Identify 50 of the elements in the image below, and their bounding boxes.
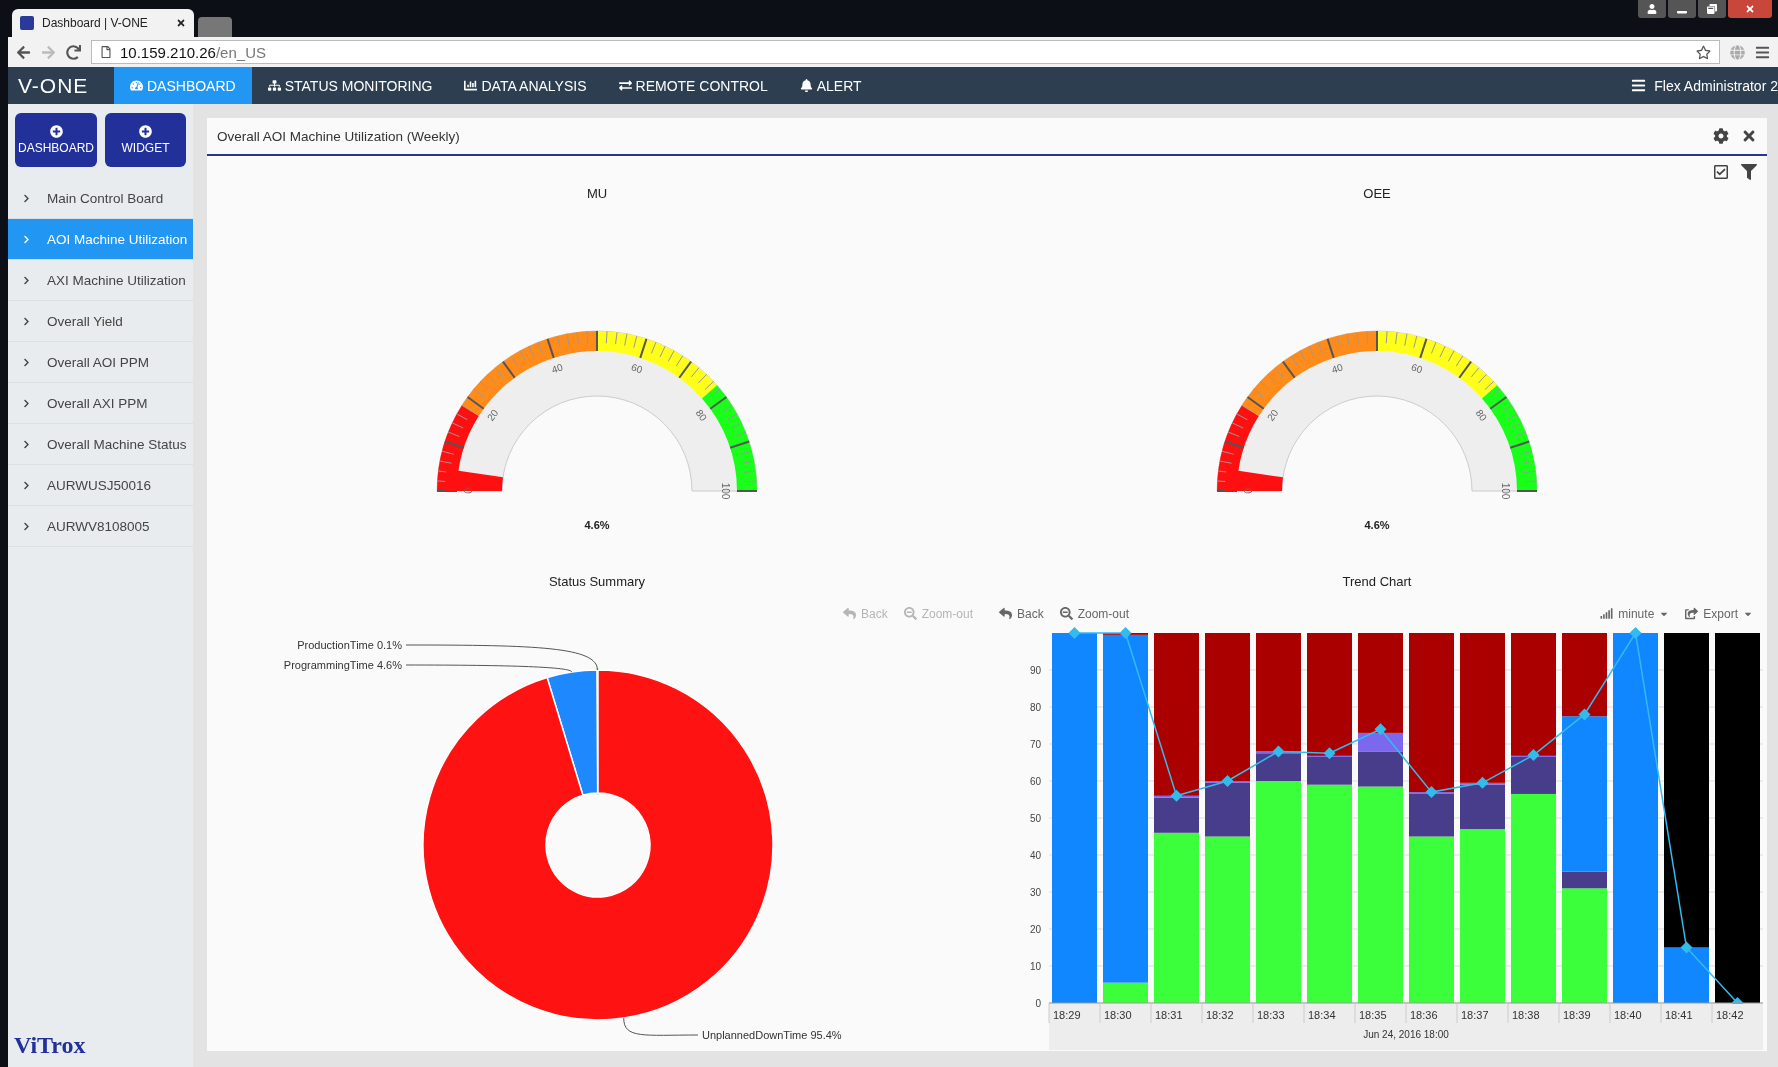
x-tick-label: 18:34 xyxy=(1308,1008,1336,1021)
x-tick-label: 18:31 xyxy=(1155,1008,1183,1021)
gauge-tick-label: 80 xyxy=(1473,407,1489,423)
chart-title: Trend Chart xyxy=(1342,573,1412,589)
x-tick-label: 18:41 xyxy=(1665,1008,1693,1021)
y-tick-label: 80 xyxy=(1029,701,1041,713)
x-tick-label: 18:33 xyxy=(1257,1008,1285,1021)
gauge-tick-label: 0 xyxy=(462,488,474,494)
y-tick-label: 20 xyxy=(1029,923,1041,935)
slice-label: ProductionTime 0.1% xyxy=(297,638,402,651)
gauge-title: MU xyxy=(586,186,608,201)
x-tick-label: 18:29 xyxy=(1053,1008,1081,1021)
y-tick-label: 90 xyxy=(1029,664,1041,676)
gauge-tick-label: 60 xyxy=(629,361,644,376)
gauge-tick-label: 100 xyxy=(1500,482,1512,500)
slice-label: UnplannedDownTime 95.4% xyxy=(702,1028,842,1041)
gauge-tick-label: 40 xyxy=(550,361,565,376)
y-tick-label: 30 xyxy=(1029,886,1041,898)
url-text: 10.159.210.26/en_US xyxy=(120,43,266,61)
y-tick-label: 50 xyxy=(1029,812,1041,824)
x-tick-label: 18:35 xyxy=(1359,1008,1387,1021)
gauge-tick-label: 20 xyxy=(1265,407,1281,423)
y-tick-label: 0 xyxy=(1035,997,1041,1009)
x-tick-label: 18:42 xyxy=(1716,1008,1744,1021)
panel-title: Overall AOI Machine Utilization (Weekly) xyxy=(217,128,460,144)
slice-label: ProgrammingTime 4.6% xyxy=(283,658,402,671)
x-tick-label: 18:40 xyxy=(1614,1008,1642,1021)
y-tick-label: 70 xyxy=(1029,738,1041,750)
x-tick-label: 18:36 xyxy=(1410,1008,1438,1021)
chart-title: Status Summary xyxy=(548,573,646,589)
gauge-tick-label: 80 xyxy=(693,407,709,423)
y-tick-label: 40 xyxy=(1029,849,1041,861)
gauge-title: OEE xyxy=(1363,186,1391,201)
gauge-tick-label: 100 xyxy=(720,482,732,500)
y-tick-label: 60 xyxy=(1029,775,1041,787)
x-tick-label: 18:30 xyxy=(1104,1008,1132,1021)
gauge-tick-label: 0 xyxy=(1242,488,1254,494)
x-tick-label: 18:38 xyxy=(1512,1008,1540,1021)
x-axis-label: Jun 24, 2016 18:00 xyxy=(1363,1028,1449,1040)
x-tick-label: 18:39 xyxy=(1563,1008,1591,1021)
tab-title: Dashboard | V-ONE xyxy=(42,16,148,30)
gauge-value: 4.6% xyxy=(584,519,610,531)
gauge-tick-label: 60 xyxy=(1409,361,1424,376)
gauge-value: 4.6% xyxy=(1364,519,1390,531)
brand-logo: ViTrox xyxy=(13,1032,87,1060)
gauge-tick-label: 40 xyxy=(1330,361,1345,376)
x-tick-label: 18:32 xyxy=(1206,1008,1234,1021)
y-tick-label: 10 xyxy=(1029,960,1041,972)
x-tick-label: 18:37 xyxy=(1461,1008,1489,1021)
gauge-tick-label: 20 xyxy=(485,407,501,423)
